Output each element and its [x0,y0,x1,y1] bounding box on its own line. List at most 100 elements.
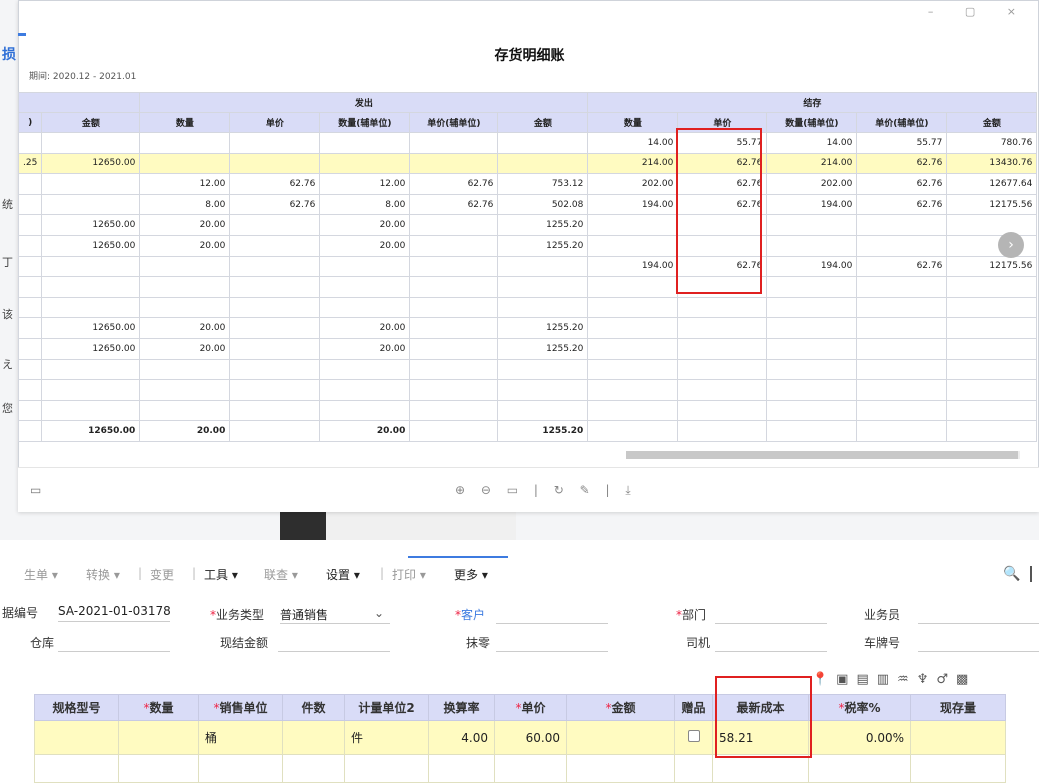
cash-field[interactable] [278,634,390,652]
ledger-cell [677,296,768,319]
ledger-cell [17,193,43,216]
ledger-col-header: 金额 [41,112,141,133]
ledger-cell: 20.00 [139,317,231,339]
left-edge-glyph: 该 [2,308,13,321]
group-header-blank [17,92,141,113]
ledger-col-header: 金额 [497,112,589,133]
ledger-cell: 1255.20 [497,337,589,360]
grid-row[interactable]: 桶 件 4.00 60.00 58.21 0.00% [34,720,1006,755]
ledger-cell [41,276,141,298]
ledger-cell [497,152,589,175]
warehouse-field[interactable] [58,634,170,652]
inventory-ledger-table: 发出 结存 ) 金额 数量 单价 数量(辅单位) 单价(辅单位) 金额 数量 单价 数量(辅单位)… [17,92,1038,442]
grid-col-header[interactable]: 件数 [282,694,345,721]
zoom-toolbar-icons[interactable]: ⊕ ⊖ ▭ | ↻ ✎ | ⤓ [455,483,637,498]
salesman-field[interactable] [918,606,1039,624]
search-icon[interactable]: 🔍 [1003,566,1020,582]
menu-item[interactable]: 更多 ▾ [454,566,488,583]
ledger-cell [766,276,858,298]
ledger-cell [856,296,948,319]
plate-field[interactable] [918,634,1039,652]
ledger-cell [41,173,141,195]
biz-type-select[interactable]: 普通销售 ⌄ [280,606,390,624]
save-icon[interactable]: ▭ [30,483,41,497]
left-edge-glyph: 您 [2,402,13,415]
cell-gift[interactable] [674,720,713,755]
cell-amount[interactable] [566,720,675,755]
ledger-cell [41,255,141,278]
dept-field[interactable] [715,606,827,624]
cell-rate[interactable]: 4.00 [428,720,495,755]
ledger-row [17,399,1038,422]
order-line-grid: 规格型号 *数量 *销售单位 件数 计量单位2 换算率 *单价 *金额 赠品 最新成本 *税率% 现存… [34,694,1006,783]
ledger-cell [766,296,858,319]
grid-col-header[interactable]: *销售单位 [198,694,283,721]
grid-col-header[interactable]: *数量 [118,694,199,721]
menu-item[interactable]: 转换 ▾ [86,566,120,583]
writeoff-field[interactable] [496,634,608,652]
ledger-cell [677,317,768,339]
ledger-cell [17,379,43,401]
menu-item[interactable]: 工具 ▾ [204,566,238,583]
ledger-cell: 214.00 [587,152,679,175]
ledger-cell [17,276,43,298]
ledger-cell: 12175.56 [946,255,1038,278]
grid-row-empty[interactable] [34,754,1006,783]
menu-separator: | [380,566,385,580]
grid-toolbar-icons[interactable]: 📍▣▤▥♒♆♂▩ [812,672,976,687]
cell-tax[interactable]: 0.00% [808,720,911,755]
ledger-cell [409,152,499,175]
highlight-box-latest-cost [715,676,812,758]
title-accent [18,33,26,36]
cell-qty[interactable] [118,720,199,755]
ledger-row [17,296,1038,319]
ledger-cell [229,379,321,401]
grid-col-header[interactable]: 计量单位2 [344,694,429,721]
ledger-cell [229,152,321,175]
ledger-row [17,358,1038,381]
cell-spec[interactable] [34,720,119,755]
ledger-cell [409,255,499,278]
ledger-cell [409,358,499,381]
group-header-out: 发出 [139,92,589,113]
scrollbar-thumb[interactable] [626,451,1018,459]
grid-col-header[interactable]: 规格型号 [34,694,119,721]
menu-item[interactable]: 生单 ▾ [24,566,58,583]
ledger-cell: 20.00 [319,337,411,360]
ledger-cell [677,379,768,401]
ledger-cell [139,399,231,422]
grid-col-header[interactable]: *单价 [494,694,567,721]
group-header-balance: 结存 [587,92,1038,113]
menu-item[interactable]: 打印 ▾ [392,566,426,583]
doc-no-field[interactable]: SA-2021-01-03178 [58,604,171,622]
ledger-cell [946,214,1038,236]
cell-price[interactable]: 60.00 [494,720,567,755]
grid-col-header[interactable]: 换算率 [428,694,495,721]
menu-item[interactable]: 变更 [150,566,174,583]
menu-item[interactable]: 设置 ▾ [326,566,360,583]
ledger-cell: 12175.56 [946,193,1038,216]
grid-col-header[interactable]: 赠品 [674,694,713,721]
next-page-button[interactable]: › [998,232,1024,258]
window-controls[interactable]: – ▢ × [928,5,1030,18]
ledger-cell [766,399,858,422]
menu-item[interactable]: 联查 ▾ [264,566,298,583]
grid-col-header[interactable]: *税率% [808,694,911,721]
ledger-col-header: 数量 [587,112,679,133]
cell-unit2[interactable]: 件 [344,720,429,755]
column-header-row: ) 金额 数量 单价 数量(辅单位) 单价(辅单位) 金额 数量 单价 数量(辅单位) 单价(辅单位… [17,112,1038,133]
ledger-cell: 8.00 [139,193,231,216]
gift-checkbox[interactable] [687,730,700,742]
ledger-cell [17,173,43,195]
customer-field[interactable] [496,606,608,624]
grid-col-header[interactable]: 现存量 [910,694,1006,721]
cell-pieces[interactable] [282,720,345,755]
ledger-cell: 55.77 [856,132,948,154]
cell-unit[interactable]: 桶 [198,720,283,755]
ledger-row [17,276,1038,298]
ledger-col-header: 数量(辅单位) [766,112,858,133]
driver-field[interactable] [715,634,827,652]
ledger-cell [587,379,679,401]
ledger-total-cell [946,420,1038,442]
grid-col-header[interactable]: *金额 [566,694,675,721]
